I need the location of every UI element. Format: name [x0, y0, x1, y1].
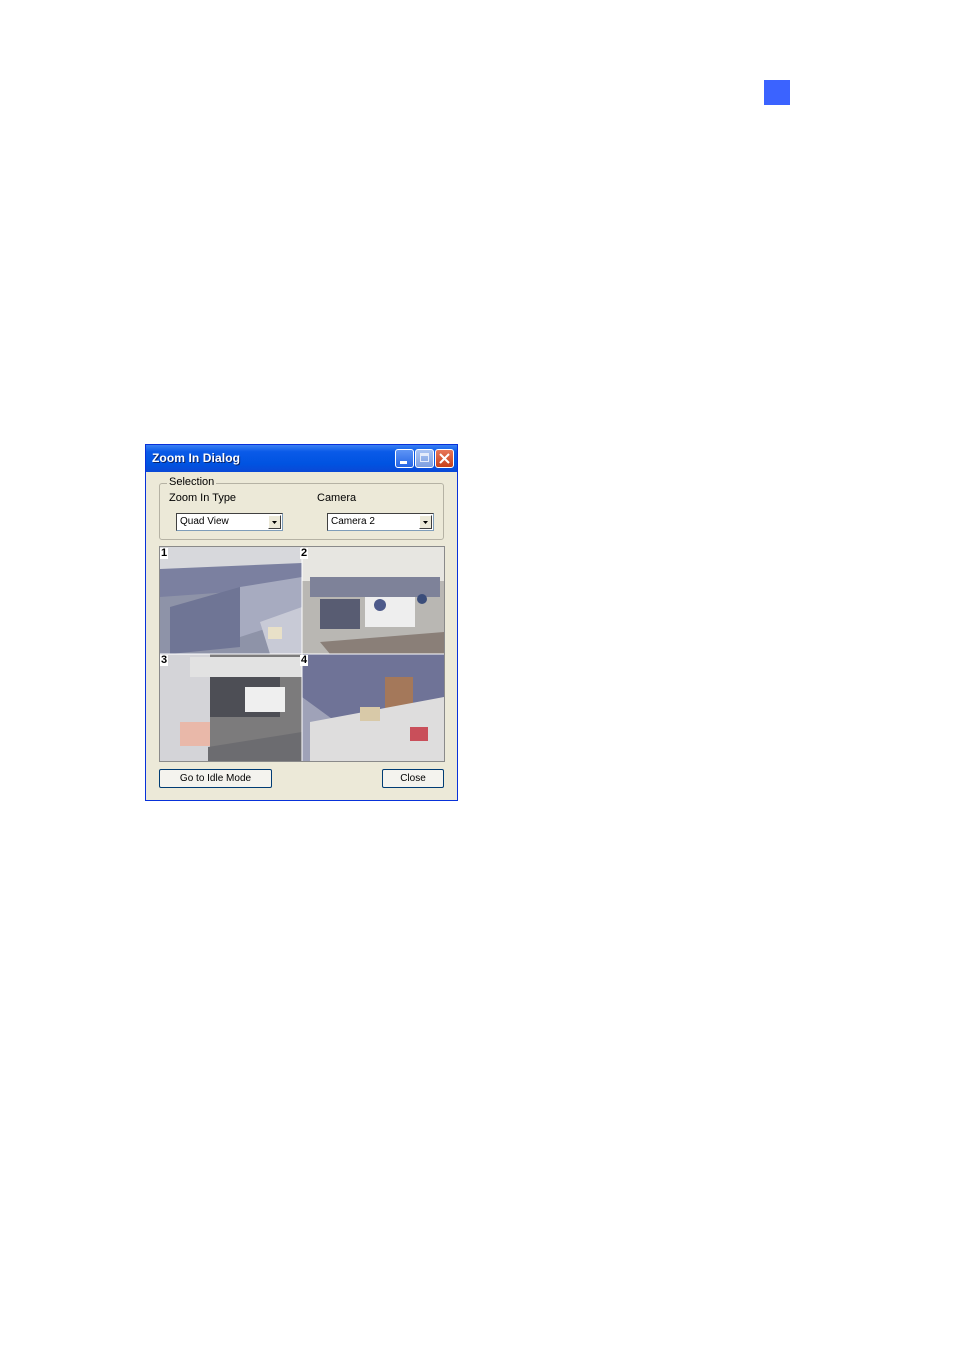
zoom-in-type-select[interactable]: Quad View	[176, 513, 283, 531]
zoom-in-type-dropdown-button[interactable]	[268, 515, 281, 529]
zoom-in-dialog: Zoom In Dialog Selection Zoom In Type Ca…	[145, 444, 458, 801]
quad-label-4: 4	[300, 654, 309, 666]
page-corner-marker	[764, 80, 790, 105]
camera-feed-4	[302, 654, 444, 761]
quad-label-3: 3	[160, 654, 169, 666]
quad-label-2: 2	[300, 547, 309, 559]
maximize-icon	[420, 453, 429, 462]
quad-view-display[interactable]: 1 2 3 4	[159, 546, 445, 762]
go-to-idle-mode-button[interactable]: Go to Idle Mode	[159, 769, 272, 788]
close-icon	[439, 453, 450, 464]
quad-label-1: 1	[160, 547, 169, 559]
camera-feed-3	[160, 654, 302, 761]
selection-group-label: Selection	[167, 476, 217, 488]
close-button[interactable]: Close	[382, 769, 444, 788]
title-bar[interactable]: Zoom In Dialog	[146, 445, 457, 472]
camera-feed-1	[160, 547, 302, 654]
zoom-in-type-label: Zoom In Type	[169, 492, 237, 504]
close-window-button[interactable]	[435, 449, 454, 468]
maximize-button[interactable]	[415, 449, 434, 468]
zoom-in-type-value: Quad View	[180, 516, 229, 527]
selection-group: Selection Zoom In Type Camera	[159, 476, 444, 540]
chevron-down-icon	[272, 521, 277, 524]
camera-feed-2	[302, 547, 444, 654]
camera-select[interactable]: Camera 2	[327, 513, 434, 531]
chevron-down-icon	[423, 521, 428, 524]
minimize-icon	[400, 461, 407, 464]
camera-value: Camera 2	[331, 516, 375, 527]
camera-dropdown-button[interactable]	[419, 515, 432, 529]
minimize-button[interactable]	[395, 449, 414, 468]
dialog-title: Zoom In Dialog	[152, 451, 241, 465]
camera-label: Camera	[317, 492, 357, 504]
